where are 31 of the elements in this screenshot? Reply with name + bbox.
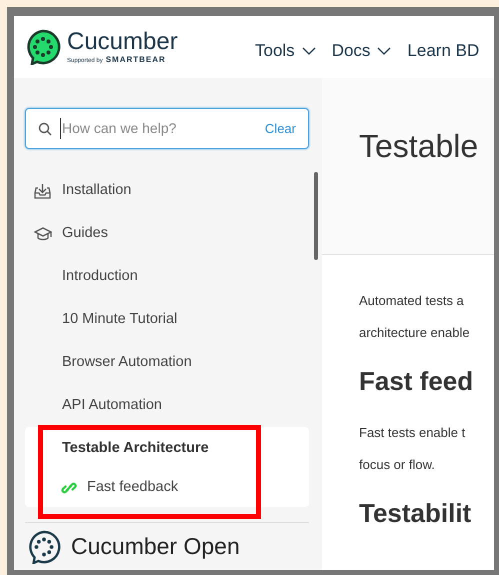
search-input[interactable]: How can we help?	[60, 118, 257, 139]
sidebar-item[interactable]: Introduction	[25, 255, 309, 298]
sidebar-item[interactable]: Testable Architecture	[25, 427, 309, 470]
logo-icon	[27, 530, 61, 564]
sidebar-item[interactable]: API Automation	[25, 384, 309, 427]
search-field[interactable]: How can we help? Clear	[25, 108, 309, 149]
download-tray-icon	[34, 182, 51, 198]
product-name: Cucumber Open	[71, 532, 240, 562]
sponsor-name: SMARTBEAR	[106, 54, 166, 64]
clear-button[interactable]: Clear	[264, 118, 296, 138]
sidebar-item[interactable]: Browser Automation	[25, 341, 309, 384]
nav-link[interactable]: Tools	[255, 38, 316, 64]
sidebar-item[interactable]: Installation	[25, 169, 309, 212]
logo-icon	[25, 29, 61, 65]
nav-link[interactable]: Docs	[332, 38, 392, 64]
paragraph: Automated tests a architecture enable	[359, 292, 471, 342]
link-icon	[61, 480, 77, 496]
sidebar-item[interactable]: Fast feedback	[25, 470, 309, 505]
chevron-down-icon	[377, 47, 392, 55]
brand-name: Cucumber	[67, 28, 178, 54]
graduation-cap-icon	[34, 226, 52, 240]
section-heading: Testabilit	[359, 497, 472, 530]
chevron-down-icon	[302, 47, 316, 55]
nav-link[interactable]: Learn BD	[407, 38, 480, 64]
sidebar-item[interactable]: Guides	[25, 212, 309, 255]
search-icon	[38, 122, 52, 136]
section-heading: Fast feed	[359, 365, 474, 398]
page-title: Testable	[359, 127, 480, 166]
paragraph: Fast tests enable t focus or flow.	[359, 424, 466, 474]
scrollbar[interactable]	[314, 172, 318, 260]
sidebar-item[interactable]: 10 Minute Tutorial	[25, 298, 309, 341]
